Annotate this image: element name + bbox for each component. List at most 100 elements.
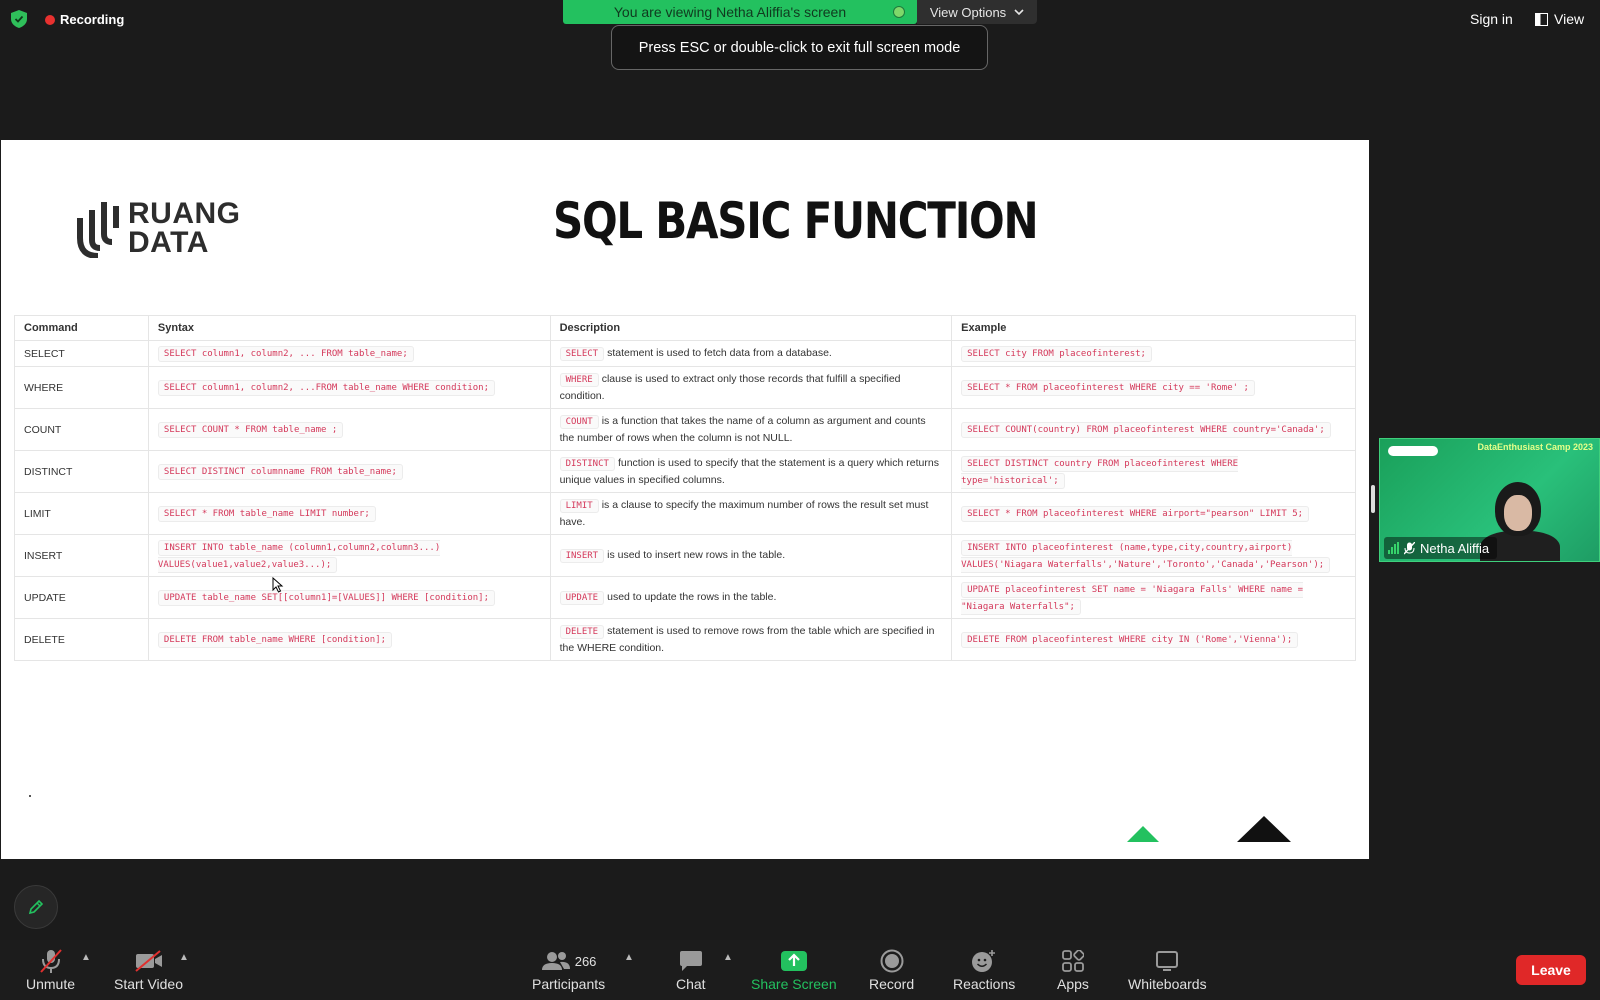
security-shield-icon[interactable]	[11, 10, 27, 28]
command-cell: SELECT	[14, 340, 149, 367]
chat-label: Chat	[676, 976, 706, 992]
syntax-cell: UPDATE table_name SET[[column1]=[VALUES]…	[147, 576, 551, 619]
description-cell: DELETE statement is used to remove rows f…	[549, 618, 953, 661]
participants-caret-icon[interactable]: ▲	[624, 952, 634, 963]
description-text: used to update the rows in the table.	[607, 591, 777, 603]
participant-video-tile[interactable]: DataEnthusiast Camp 2023 Netha Aliffia	[1379, 438, 1600, 562]
apps-label: Apps	[1057, 976, 1089, 992]
ruang-data-logo: RUANG DATA	[76, 198, 241, 258]
command-cell: WHERE	[14, 366, 149, 409]
table-row: LIMIT SELECT * FROM table_name LIMIT num…	[14, 492, 1356, 535]
apps-icon	[1062, 950, 1084, 972]
syntax-cell: INSERT INTO table_name (column1,column2,…	[147, 534, 551, 577]
description-cell: INSERT is used to insert new rows in the …	[549, 534, 953, 577]
example-code: SELECT * FROM placeofinterest WHERE airp…	[961, 506, 1310, 522]
description-text: clause is used to extract only those rec…	[559, 373, 901, 402]
table-row: DISTINCT SELECT DISTINCT columnname FROM…	[14, 450, 1356, 493]
mouse-cursor-icon	[272, 577, 284, 593]
description-cell: SELECT statement is used to fetch data fr…	[549, 340, 953, 367]
reactions-icon	[972, 950, 996, 972]
description-keyword: LIMIT	[559, 499, 599, 513]
syntax-code: UPDATE table_name SET[[column1]=[VALUES]…	[157, 590, 496, 606]
participant-name-tag: Netha Aliffia	[1384, 537, 1498, 559]
chat-caret-icon[interactable]: ▲	[723, 952, 733, 963]
view-button[interactable]: View	[1535, 11, 1584, 27]
audio-options-caret-icon[interactable]: ▲	[81, 952, 91, 963]
command-cell: DISTINCT	[14, 450, 149, 493]
start-video-button[interactable]: Start Video	[114, 948, 183, 992]
viewing-text: You are viewing Netha Aliffia's screen	[613, 4, 847, 20]
syntax-code: SELECT DISTINCT columnname FROM table_na…	[157, 464, 403, 480]
annotate-button[interactable]	[14, 885, 58, 929]
view-options-button[interactable]: View Options	[917, 0, 1037, 24]
recording-label: Recording	[60, 12, 125, 27]
description-text: is used to insert new rows in the table.	[607, 549, 786, 561]
example-cell: UPDATE placeofinterest SET name = 'Niaga…	[951, 576, 1356, 619]
command-cell: INSERT	[14, 534, 149, 577]
logo-line-2: DATA	[128, 226, 209, 259]
participant-face	[1504, 495, 1532, 531]
video-options-caret-icon[interactable]: ▲	[179, 952, 189, 963]
share-screen-button[interactable]: Share Screen	[751, 948, 837, 992]
apps-button[interactable]: Apps	[1057, 948, 1089, 992]
chevron-down-icon	[1014, 8, 1024, 15]
description-cell: UPDATE used to update the rows in the tab…	[549, 576, 953, 619]
participants-icon	[541, 952, 570, 970]
logo-line-1: RUANG	[128, 197, 241, 230]
recording-indicator[interactable]: Recording	[45, 12, 124, 27]
muted-mic-icon	[1404, 541, 1415, 554]
whiteboards-button[interactable]: Whiteboards	[1128, 948, 1207, 992]
whiteboard-icon	[1156, 951, 1179, 971]
chat-icon	[679, 951, 702, 971]
pencil-icon	[28, 899, 44, 915]
example-code: SELECT city FROM placeofinterest;	[961, 346, 1152, 362]
video-off-icon	[134, 950, 162, 972]
example-cell: INSERT INTO placeofinterest (name,type,c…	[951, 534, 1356, 577]
description-keyword: UPDATE	[559, 591, 605, 605]
command-cell: LIMIT	[14, 492, 149, 535]
unmute-button[interactable]: Unmute	[26, 948, 75, 992]
column-header: Syntax	[147, 315, 551, 341]
leave-button[interactable]: Leave	[1516, 955, 1586, 985]
green-triangle-decoration	[1127, 826, 1159, 842]
zoom-meeting-window: Recording You are viewing Netha Aliffia'…	[0, 0, 1600, 1000]
syntax-code: SELECT column1, column2, ... FROM table_…	[157, 346, 414, 362]
sign-in-link[interactable]: Sign in	[1470, 11, 1513, 27]
example-cell: SELECT COUNT(country) FROM placeofintere…	[951, 408, 1356, 451]
syntax-code: SELECT * FROM table_name LIMIT number;	[157, 506, 376, 522]
view-label: View	[1554, 11, 1585, 27]
syntax-code: DELETE FROM table_name WHERE [condition]…	[157, 632, 393, 648]
participants-count: 266	[574, 953, 597, 969]
event-badge	[1388, 446, 1438, 456]
description-text: function is used to specify that the sta…	[559, 457, 939, 486]
description-keyword: DELETE	[559, 625, 605, 639]
example-code: UPDATE placeofinterest SET name = 'Niaga…	[961, 581, 1304, 615]
signal-strength-icon	[1388, 542, 1399, 554]
description-keyword: INSERT	[559, 549, 605, 563]
table-row: COUNT SELECT COUNT * FROM table_name ; C…	[14, 408, 1356, 451]
layout-icon	[1535, 12, 1548, 26]
whiteboards-label: Whiteboards	[1128, 976, 1207, 992]
fullscreen-exit-tooltip: Press ESC or double-click to exit full s…	[611, 25, 988, 70]
description-keyword: COUNT	[559, 415, 599, 429]
description-text: is a function that takes the name of a c…	[559, 415, 926, 444]
share-screen-label: Share Screen	[751, 976, 837, 992]
panel-resize-handle[interactable]	[1371, 485, 1375, 513]
description-keyword: WHERE	[559, 373, 599, 387]
participants-button[interactable]: 266 Participants	[532, 948, 605, 992]
reactions-button[interactable]: Reactions	[953, 948, 1015, 992]
record-button[interactable]: Record	[869, 948, 914, 992]
unmute-label: Unmute	[26, 976, 76, 992]
participants-label: Participants	[532, 976, 606, 992]
table-row: SELECT SELECT column1, column2, ... FROM…	[14, 340, 1356, 367]
viewing-screen-banner: You are viewing Netha Aliffia's screen	[563, 0, 917, 24]
description-cell: WHERE clause is used to extract only thos…	[549, 366, 953, 409]
status-dot-icon	[893, 6, 905, 18]
sql-functions-table: Command Syntax Description Example SELEC…	[14, 315, 1356, 661]
table-row: UPDATE UPDATE table_name SET[[column1]=[…	[14, 576, 1356, 619]
event-banner-text: DataEnthusiast Camp 2023	[1477, 442, 1593, 452]
syntax-cell: SELECT COUNT * FROM table_name ;	[147, 408, 551, 451]
record-label: Record	[869, 976, 915, 992]
chat-button[interactable]: Chat	[676, 948, 706, 992]
example-code: SELECT * FROM placeofinterest WHERE city…	[961, 380, 1255, 396]
